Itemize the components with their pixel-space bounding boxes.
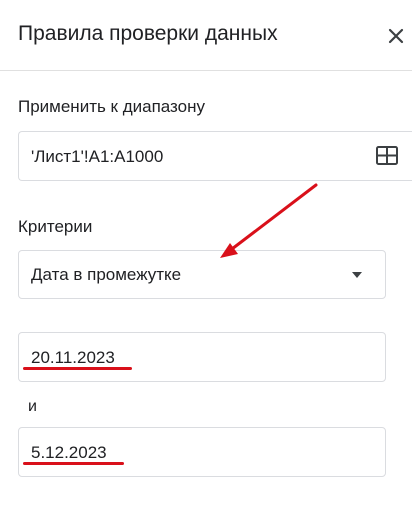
start-date-underline	[23, 367, 132, 370]
close-button[interactable]	[382, 22, 410, 50]
range-picker-button[interactable]	[375, 144, 399, 168]
panel-header: Правила проверки данных	[0, 0, 412, 71]
close-icon	[388, 28, 404, 44]
criteria-label: Критерии	[18, 217, 93, 236]
range-label: Применить к диапазону	[18, 97, 206, 116]
range-input[interactable]: 'Лист1'!A1:A1000	[18, 131, 412, 181]
start-date-input[interactable]: 20.11.2023	[18, 332, 386, 382]
range-value: 'Лист1'!A1:A1000	[31, 147, 164, 166]
panel-title: Правила проверки данных	[18, 22, 278, 45]
criteria-selected: Дата в промежутке	[31, 265, 182, 284]
end-date-input[interactable]: 5.12.2023	[18, 427, 386, 477]
end-date-value: 5.12.2023	[31, 443, 107, 462]
grid-icon	[376, 146, 398, 165]
criteria-dropdown[interactable]: Дата в промежутке	[18, 250, 386, 299]
between-joiner: и	[28, 398, 37, 415]
caret-down-icon	[349, 267, 365, 283]
end-date-underline	[23, 462, 124, 465]
start-date-value: 20.11.2023	[31, 348, 115, 367]
